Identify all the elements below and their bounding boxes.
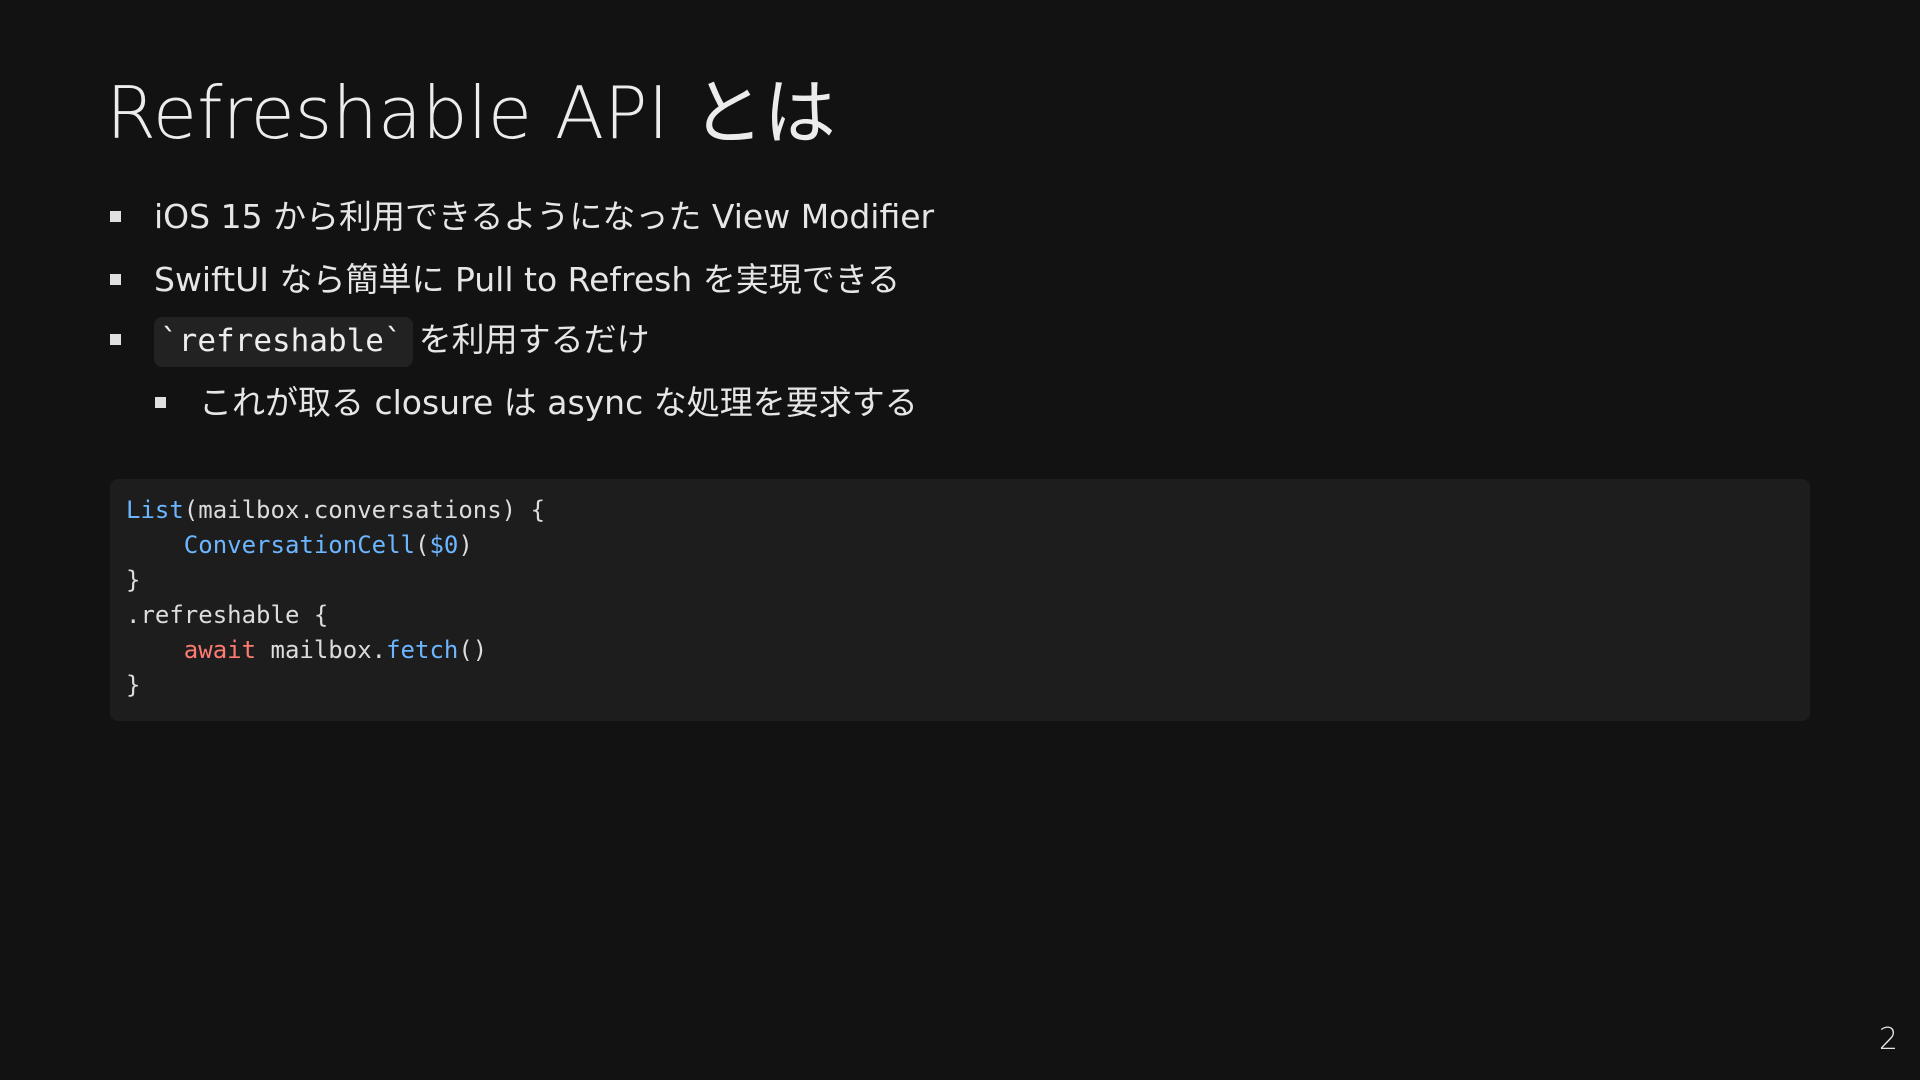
square-bullet-icon xyxy=(110,211,121,222)
code-type-token: ConversationCell xyxy=(183,531,415,559)
code-text: } xyxy=(126,671,141,699)
bullet-text: iOS 15 から利用できるようになった View Modifier xyxy=(154,197,935,236)
code-line: ConversationCell($0) xyxy=(126,528,1794,563)
code-function-token: fetch xyxy=(386,636,459,664)
bullet-text: を利用するだけ xyxy=(418,320,650,359)
bullet-text-with-code: `refreshable` を利用するだけ xyxy=(154,316,650,367)
code-text: ( xyxy=(414,531,430,559)
code-line: List(mailbox.conversations) { xyxy=(126,493,1794,528)
code-block: List(mailbox.conversations) { Conversati… xyxy=(110,479,1810,721)
square-bullet-icon xyxy=(155,397,166,408)
sub-bullet-text: これが取る closure は async な処理を要求する xyxy=(199,383,918,422)
bullet-text: SwiftUI なら簡単に Pull to Refresh を実現できる xyxy=(154,260,901,299)
code-line: } xyxy=(126,668,1794,703)
square-bullet-icon xyxy=(110,334,121,345)
inline-code: `refreshable` xyxy=(154,317,413,367)
square-bullet-icon xyxy=(110,274,121,285)
slide-title: Refreshable API とは xyxy=(106,71,836,155)
code-text: mailbox. xyxy=(256,636,387,664)
code-text: (mailbox.conversations) { xyxy=(183,496,546,524)
code-text: () xyxy=(458,636,488,664)
code-arg-token: $0 xyxy=(429,531,459,559)
code-line: await mailbox.fetch() xyxy=(126,633,1794,668)
code-text: ) xyxy=(458,531,473,559)
code-keyword-token: await xyxy=(183,636,257,664)
code-type-token: List xyxy=(126,496,184,524)
code-line: } xyxy=(126,563,1794,598)
code-text: .refreshable { xyxy=(126,601,329,629)
code-text: } xyxy=(126,566,141,594)
code-line: .refreshable { xyxy=(126,598,1794,633)
page-number: 2 xyxy=(1878,1022,1898,1057)
